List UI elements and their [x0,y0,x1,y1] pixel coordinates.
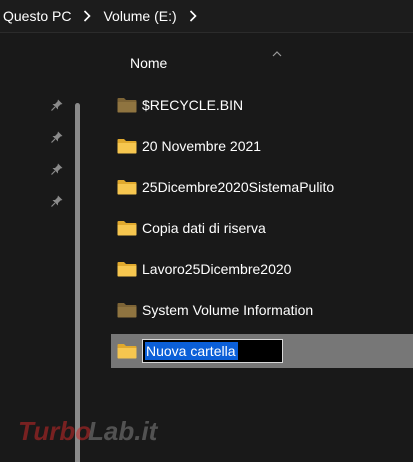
list-item[interactable]: $RECYCLE.BIN [111,88,413,122]
list-item[interactable]: Lavoro25Dicembre2020 [111,252,413,286]
folder-icon [117,344,137,359]
list-item-label: 20 Novembre 2021 [142,138,262,154]
sort-ascending-icon [272,44,282,57]
file-list: Nome $RECYCLE.BIN 20 Novembre 2021 25Dic… [96,33,413,462]
list-item-label: Copia dati di riserva [142,220,266,236]
list-item-label: 25Dicembre2020SistemaPulito [142,179,335,195]
column-header-name[interactable]: Nome [130,55,167,71]
breadcrumb-questo-pc[interactable]: Questo PC [0,8,75,24]
list-item-label: $RECYCLE.BIN [142,97,244,113]
list-item-label: Lavoro25Dicembre2020 [142,261,292,277]
pin-icon[interactable] [51,194,63,207]
breadcrumb-volume-e[interactable]: Volume (E:) [100,8,180,24]
list-item-renaming[interactable]: Nuova cartella [111,334,413,368]
list-item[interactable]: 20 Novembre 2021 [111,129,413,163]
system-folder-icon [117,303,137,318]
pin-icon[interactable] [51,130,63,143]
chevron-right-icon[interactable] [187,10,199,22]
folder-icon [117,139,137,154]
pin-icon[interactable] [51,162,63,175]
breadcrumb: Questo PC Volume (E:) [0,0,413,33]
chevron-right-icon[interactable] [81,10,93,22]
pin-icon[interactable] [51,98,63,111]
rename-input-text[interactable]: Nuova cartella [145,342,238,360]
folder-icon [117,262,137,277]
list-item[interactable]: Copia dati di riserva [111,211,413,245]
list-item[interactable]: System Volume Information [111,293,413,327]
system-folder-icon [117,98,137,113]
folder-icon [117,221,137,236]
file-explorer-window: Questo PC Volume (E:) Nome $RECYCLE.BIN … [0,0,413,462]
rename-input[interactable]: Nuova cartella [142,339,283,363]
list-item-label: System Volume Information [142,302,314,318]
navigation-pane [0,33,96,462]
list-item[interactable]: 25Dicembre2020SistemaPulito [111,170,413,204]
nav-scrollbar[interactable] [75,103,80,462]
folder-icon [117,180,137,195]
